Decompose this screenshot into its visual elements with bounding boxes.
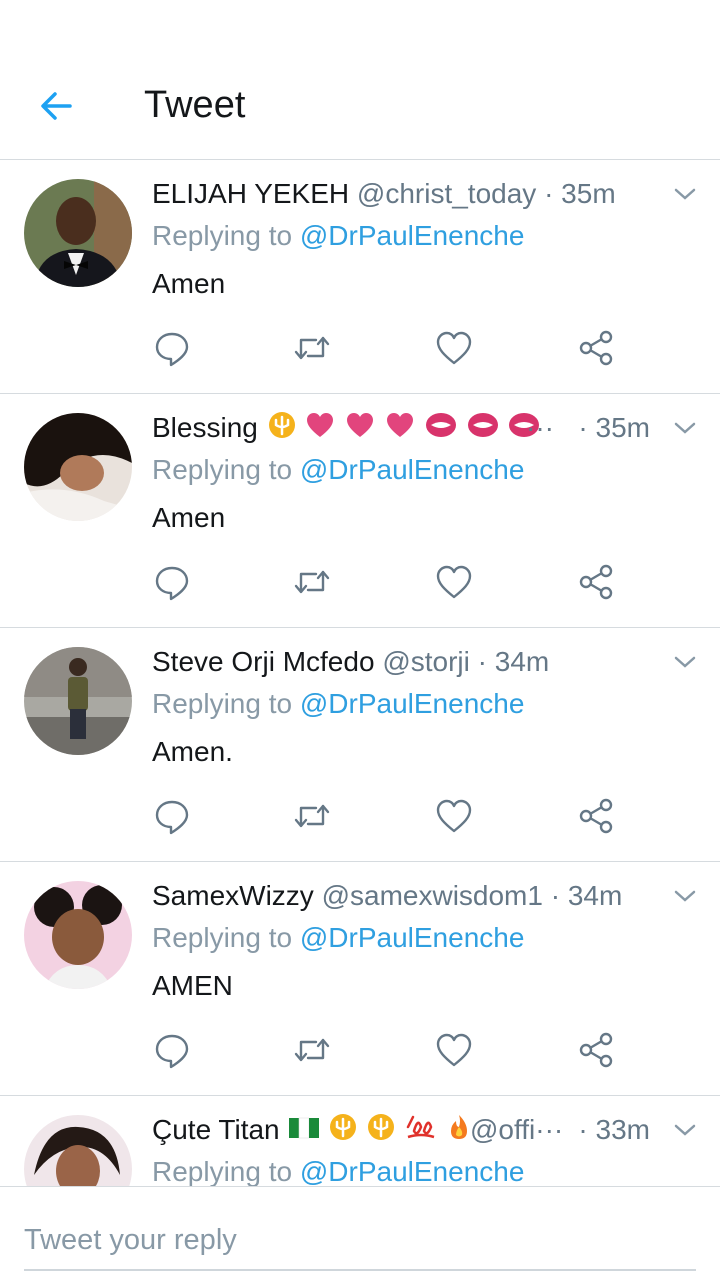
heart-icon[interactable] <box>434 796 474 836</box>
replying-to-label: Replying to <box>152 922 300 953</box>
avatar[interactable] <box>24 413 132 521</box>
reply-icon[interactable] <box>152 796 192 836</box>
user-handle-truncated[interactable]: ··· <box>526 408 554 448</box>
replying-to: Replying to @DrPaulEnenche <box>152 688 524 720</box>
page-title: Tweet <box>144 84 246 126</box>
tweet-row[interactable]: ELIJAH YEKEH @christ_today · 35m Replyin… <box>0 160 720 394</box>
tweet-row[interactable]: SamexWizzy @samexwisdom1 · 34m Replying … <box>0 862 720 1096</box>
trident-emoji-icon <box>367 1112 395 1150</box>
trident-emoji-icon <box>268 410 296 448</box>
author-line: ELIJAH YEKEH @christ_today · 35m <box>152 174 640 214</box>
heart-icon[interactable] <box>434 328 474 368</box>
user-handle-truncated[interactable]: @offi··· <box>470 1110 563 1150</box>
tweet-text: Amen <box>152 502 226 533</box>
author-line: SamexWizzy @samexwisdom1 · 34m <box>152 876 640 916</box>
heart-emoji-icon <box>305 410 335 448</box>
tweet-text: Amen <box>152 268 226 299</box>
timestamp: · 34m <box>550 880 623 911</box>
timestamp: · 34m <box>477 646 550 677</box>
display-name[interactable]: Blessing <box>152 412 258 443</box>
heart-emoji-icon <box>345 410 375 448</box>
avatar[interactable] <box>24 647 132 755</box>
chevron-down-icon[interactable] <box>674 888 696 904</box>
fire-emoji-icon <box>447 1112 471 1150</box>
share-icon[interactable] <box>576 1030 616 1070</box>
tweet-actions <box>152 328 622 368</box>
avatar[interactable] <box>24 179 132 287</box>
chevron-down-icon[interactable] <box>674 420 696 436</box>
replying-to-label: Replying to <box>152 688 300 719</box>
mention-link[interactable]: @DrPaulEnenche <box>300 922 525 953</box>
replying-to: Replying to @DrPaulEnenche <box>152 454 524 486</box>
replying-to: Replying to @DrPaulEnenche <box>152 220 524 252</box>
display-name[interactable]: ELIJAH YEKEH <box>152 178 349 209</box>
tweet-text: Amen. <box>152 736 233 767</box>
reply-icon[interactable] <box>152 562 192 602</box>
replying-to: Replying to @DrPaulEnenche <box>152 1156 524 1186</box>
display-name[interactable]: Steve Orji Mcfedo <box>152 646 375 677</box>
display-name[interactable]: Çute Titan <box>152 1114 280 1145</box>
heart-icon[interactable] <box>434 1030 474 1070</box>
timestamp: · 35m <box>578 412 650 443</box>
avatar[interactable] <box>24 1115 132 1186</box>
mention-link[interactable]: @DrPaulEnenche <box>300 220 525 251</box>
replying-to-label: Replying to <box>152 454 300 485</box>
mention-link[interactable]: @DrPaulEnenche <box>300 454 525 485</box>
replying-to: Replying to @DrPaulEnenche <box>152 922 524 954</box>
retweet-icon[interactable] <box>292 1030 332 1070</box>
tweet-row[interactable]: Blessing ··· · 35m Replying to @DrPaulEn… <box>0 394 720 628</box>
share-icon[interactable] <box>576 328 616 368</box>
reply-composer <box>0 1186 720 1281</box>
mention-link[interactable]: @DrPaulEnenche <box>300 1156 525 1186</box>
nigeria-flag-icon <box>289 1112 320 1150</box>
chevron-down-icon[interactable] <box>674 186 696 202</box>
chevron-down-icon[interactable] <box>674 654 696 670</box>
hundred-points-icon <box>405 1112 437 1150</box>
kiss-emoji-icon <box>425 410 457 448</box>
replying-to-label: Replying to <box>152 1156 300 1186</box>
chevron-down-icon[interactable] <box>674 1122 696 1138</box>
retweet-icon[interactable] <box>292 562 332 602</box>
user-handle[interactable]: @storji <box>382 646 470 677</box>
retweet-icon[interactable] <box>292 328 332 368</box>
user-handle[interactable]: @samexwisdom1 <box>322 880 543 911</box>
share-icon[interactable] <box>576 796 616 836</box>
top-bar: Tweet <box>0 0 720 160</box>
reply-icon[interactable] <box>152 1030 192 1070</box>
kiss-emoji-icon <box>467 410 499 448</box>
tweet-actions <box>152 562 622 602</box>
reply-icon[interactable] <box>152 328 192 368</box>
avatar[interactable] <box>24 881 132 989</box>
tweet-row[interactable]: Çute Titan @offi··· · 33m Replying to @D… <box>0 1096 720 1186</box>
tweet-text: AMEN <box>152 970 233 1001</box>
author-line: Steve Orji Mcfedo @storji · 34m <box>152 642 640 682</box>
timestamp: · 33m <box>578 1114 650 1145</box>
retweet-icon[interactable] <box>292 796 332 836</box>
heart-icon[interactable] <box>434 562 474 602</box>
back-arrow-icon[interactable] <box>36 86 76 126</box>
timestamp: · 35m <box>544 178 616 209</box>
author-line: Blessing <box>152 408 570 448</box>
reply-input[interactable] <box>24 1211 696 1271</box>
replying-to-label: Replying to <box>152 220 300 251</box>
share-icon[interactable] <box>576 562 616 602</box>
tweet-actions <box>152 796 622 836</box>
mention-link[interactable]: @DrPaulEnenche <box>300 688 525 719</box>
display-name[interactable]: SamexWizzy <box>152 880 314 911</box>
tweet-row[interactable]: Steve Orji Mcfedo @storji · 34m Replying… <box>0 628 720 862</box>
user-handle[interactable]: @christ_today <box>357 178 536 209</box>
heart-emoji-icon <box>385 410 415 448</box>
replies-list[interactable]: ELIJAH YEKEH @christ_today · 35m Replyin… <box>0 160 720 1186</box>
tweet-actions <box>152 1030 622 1070</box>
trident-emoji-icon <box>329 1112 357 1150</box>
